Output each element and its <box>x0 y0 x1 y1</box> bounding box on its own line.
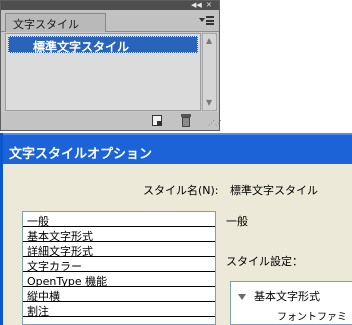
tree-item-basic-format[interactable]: 基本文字形式 <box>238 288 320 304</box>
collapse-icon[interactable]: ◀◀ <box>191 1 202 10</box>
category-item-opentype[interactable]: OpenType 機能 <box>23 272 215 288</box>
scroll-down-icon[interactable]: ▼ <box>206 99 212 107</box>
character-style-options-dialog: 文字スタイルオプション スタイル名(N): 標準文字スタイル 一般 基本文字形式… <box>0 133 352 325</box>
styles-list: 標準文字スタイル <box>5 33 201 111</box>
category-item-advanced-format[interactable]: 詳細文字形式 <box>23 242 215 258</box>
panel-menu-icon[interactable] <box>198 14 216 28</box>
tab-character-styles[interactable]: 文字スタイル <box>5 13 106 32</box>
style-name-field[interactable]: 標準文字スタイル <box>230 182 318 198</box>
trash-can <box>182 117 190 127</box>
new-style-icon[interactable] <box>152 115 162 126</box>
panel-footer: ⋰⋰ <box>1 112 222 130</box>
scroll-up-icon[interactable]: ▲ <box>206 37 212 45</box>
character-styles-panel: ◀◀ ✕ 文字スタイル 標準文字スタイル ▲ ▼ ⋰⋰ <box>0 0 222 131</box>
style-settings-tree: 基本文字形式 フォントファミリ(F) <box>230 281 352 325</box>
tree-item-font-family[interactable]: フォントファミリ(F) <box>277 308 352 325</box>
dialog-title[interactable]: 文字スタイルオプション <box>3 133 352 164</box>
category-item-basic-format[interactable]: 基本文字形式 <box>23 227 215 243</box>
resize-grip-icon[interactable]: ⋰⋰ <box>208 120 222 127</box>
style-name-label: スタイル名(N): <box>143 184 219 197</box>
category-item-color[interactable]: 文字カラー <box>23 257 215 273</box>
trash-icon[interactable] <box>181 114 191 127</box>
section-title: 一般 <box>226 215 248 228</box>
menu-lines-icon <box>206 16 214 25</box>
category-list: 一般 基本文字形式 詳細文字形式 文字カラー OpenType 機能 縦中横 割… <box>22 211 216 325</box>
category-item-general[interactable]: 一般 <box>23 212 215 228</box>
tree-item-label: 基本文字形式 <box>254 290 320 303</box>
menu-triangle-icon <box>199 18 205 22</box>
list-item-selected[interactable]: 標準文字スタイル <box>8 36 198 54</box>
vertical-scrollbar[interactable]: ▲ ▼ <box>202 33 217 111</box>
category-item-tate-chu-yoko[interactable]: 縦中横 <box>23 287 215 303</box>
panel-top-bar: ◀◀ ✕ <box>1 1 219 10</box>
panel-tab-row: 文字スタイル <box>1 10 219 32</box>
close-icon[interactable]: ✕ <box>206 1 212 10</box>
style-settings-label: スタイル設定： <box>226 255 303 268</box>
expand-triangle-icon[interactable] <box>238 294 246 300</box>
category-item-warichu[interactable]: 割注 <box>23 302 215 318</box>
